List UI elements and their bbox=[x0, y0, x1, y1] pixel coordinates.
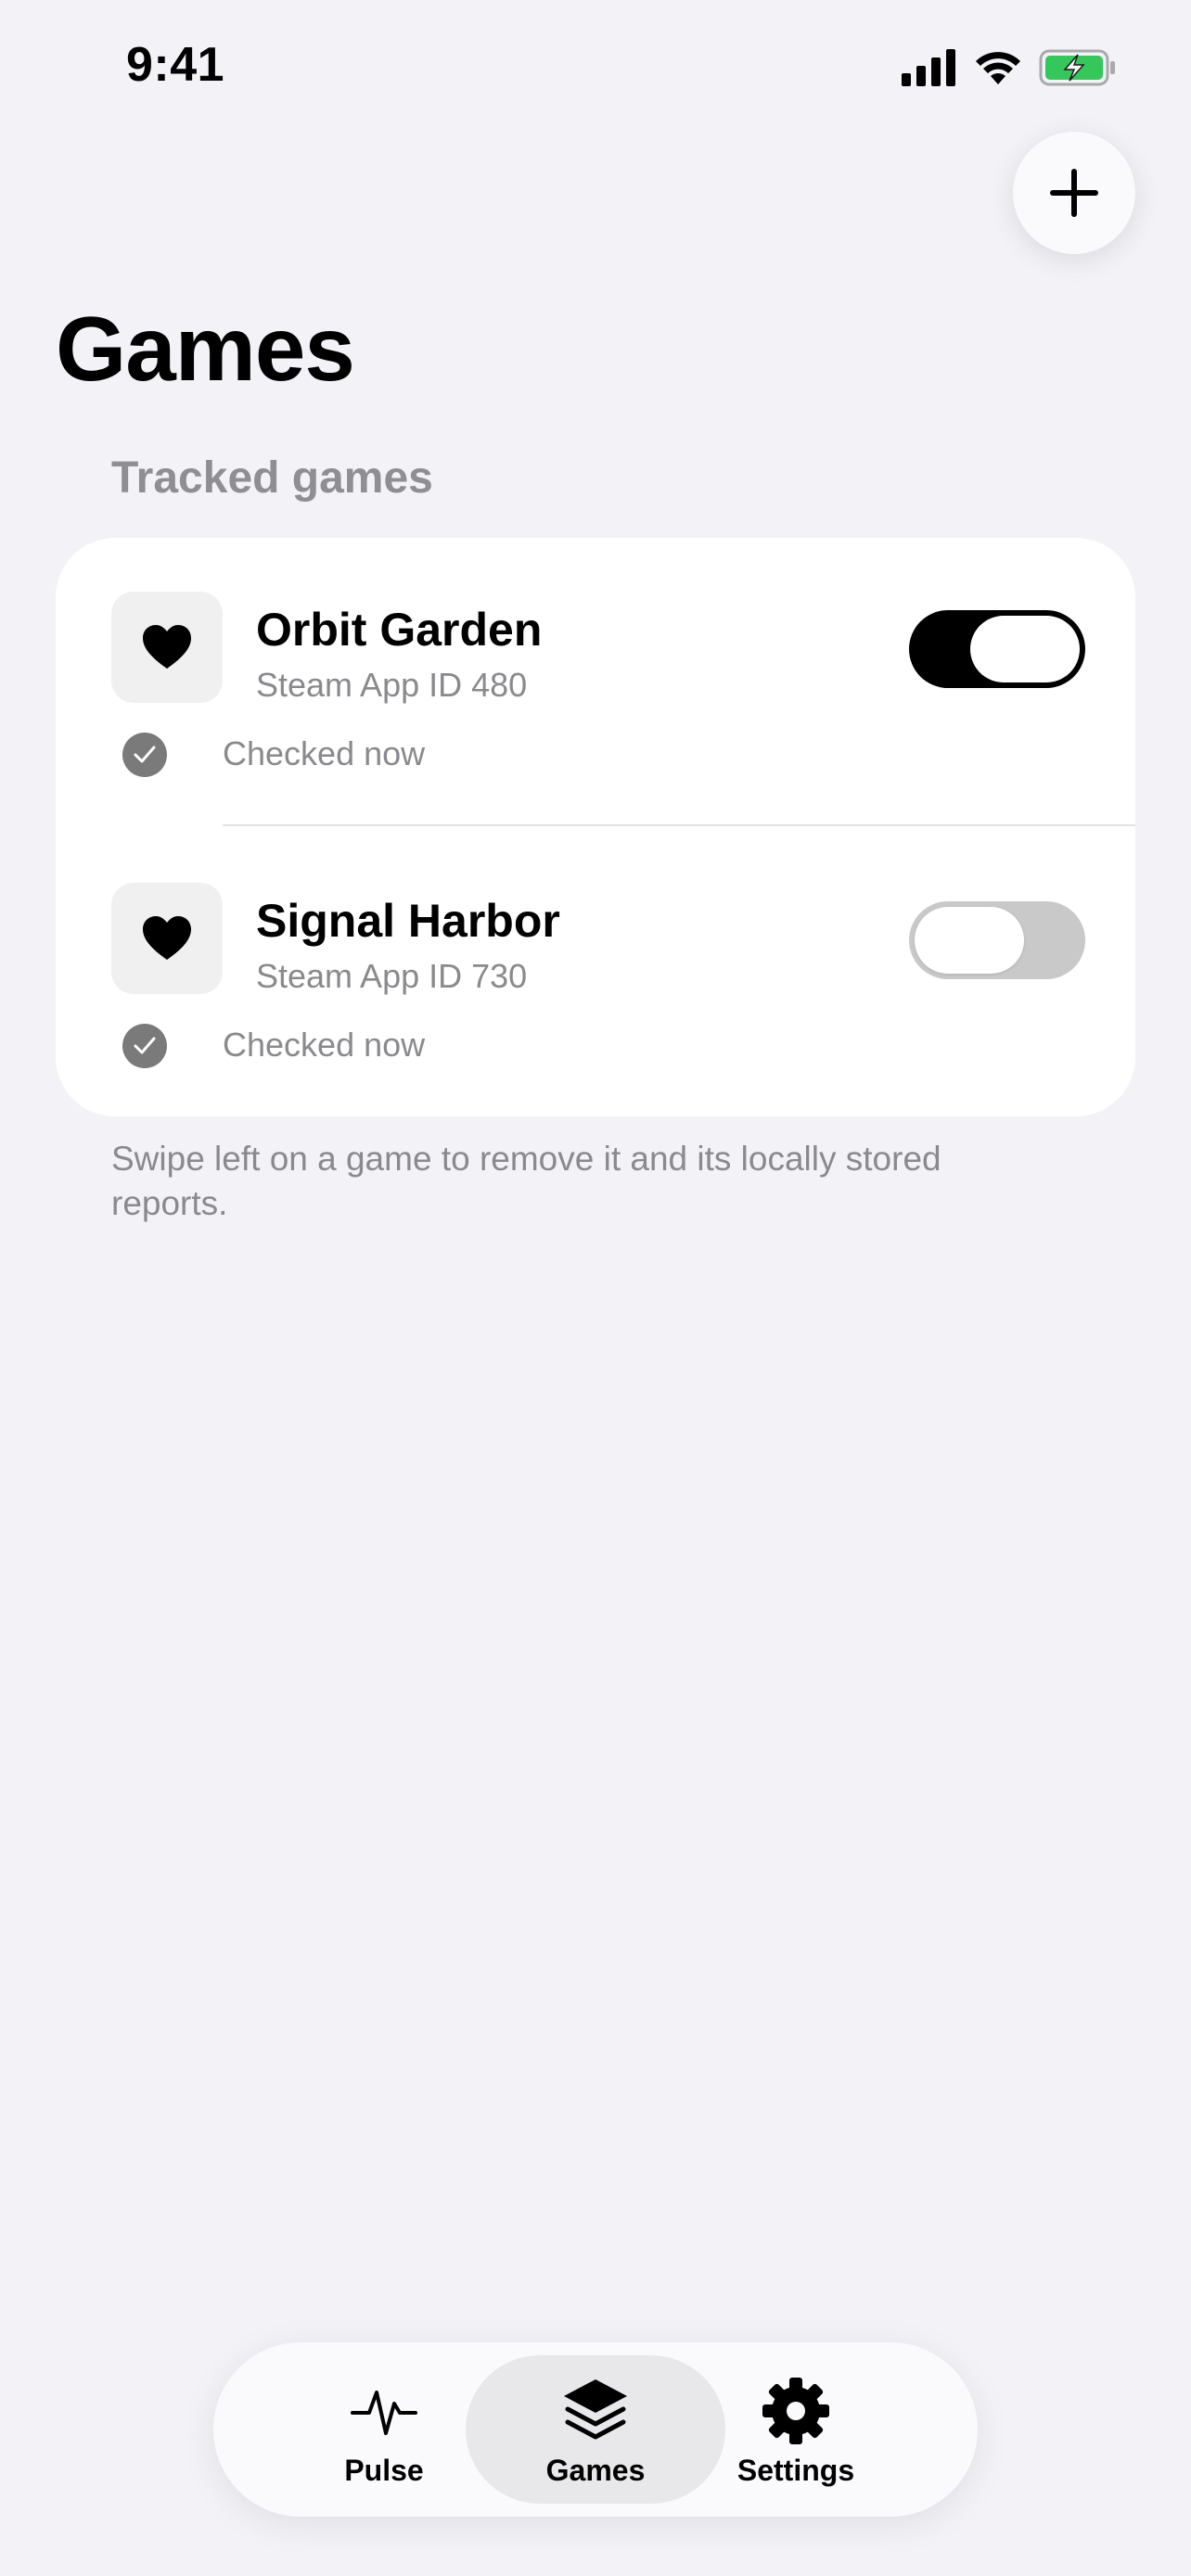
cellular-signal-icon bbox=[902, 49, 955, 86]
status-icons bbox=[902, 46, 1117, 89]
heart-icon bbox=[143, 916, 191, 960]
add-game-button[interactable] bbox=[1013, 132, 1135, 254]
game-row-orbit-garden[interactable]: Orbit Garden Steam App ID 480 Checked no… bbox=[56, 592, 1135, 833]
game-enabled-toggle[interactable] bbox=[909, 610, 1085, 688]
section-header-tracked-games: Tracked games bbox=[111, 453, 433, 503]
tab-label: Games bbox=[545, 2454, 646, 2487]
tab-games[interactable]: Games bbox=[466, 2355, 725, 2504]
row-divider bbox=[223, 824, 1135, 826]
game-app-id: Steam App ID 730 bbox=[256, 957, 528, 995]
check-status: Checked now bbox=[223, 1026, 426, 1064]
tab-settings[interactable]: Settings bbox=[703, 2355, 889, 2504]
checkmark-circle-icon bbox=[122, 733, 167, 777]
status-time: 9:41 bbox=[126, 38, 225, 92]
game-icon-box bbox=[111, 592, 223, 703]
tab-pulse[interactable]: Pulse bbox=[310, 2355, 458, 2504]
footer-note: Swipe left on a game to remove it and it… bbox=[111, 1140, 941, 1222]
game-row-signal-harbor[interactable]: Signal Harbor Steam App ID 730 Checked n… bbox=[56, 883, 1135, 1124]
wifi-icon bbox=[976, 52, 1020, 84]
tab-label: Settings bbox=[736, 2454, 855, 2487]
toggle-knob bbox=[970, 616, 1080, 682]
tab-label: Pulse bbox=[344, 2454, 424, 2487]
check-status: Checked now bbox=[223, 734, 426, 772]
tab-bar: Pulse Games Settings bbox=[213, 2342, 978, 2517]
game-name: Orbit Garden bbox=[256, 604, 543, 656]
game-enabled-toggle[interactable] bbox=[909, 901, 1085, 979]
plus-icon bbox=[1050, 169, 1098, 217]
tracked-games-card: Orbit Garden Steam App ID 480 Checked no… bbox=[56, 538, 1135, 1116]
layers-icon bbox=[564, 2379, 627, 2440]
battery-charging-icon bbox=[1039, 49, 1115, 86]
heart-icon bbox=[143, 625, 191, 669]
game-name: Signal Harbor bbox=[256, 895, 560, 947]
toggle-knob bbox=[915, 907, 1024, 974]
checkmark-circle-icon bbox=[122, 1024, 167, 1068]
game-icon-box bbox=[111, 883, 223, 994]
gear-icon bbox=[762, 2378, 829, 2444]
pulse-icon bbox=[351, 2391, 417, 2435]
page-title: Games bbox=[56, 298, 355, 400]
game-app-id: Steam App ID 480 bbox=[256, 666, 528, 704]
